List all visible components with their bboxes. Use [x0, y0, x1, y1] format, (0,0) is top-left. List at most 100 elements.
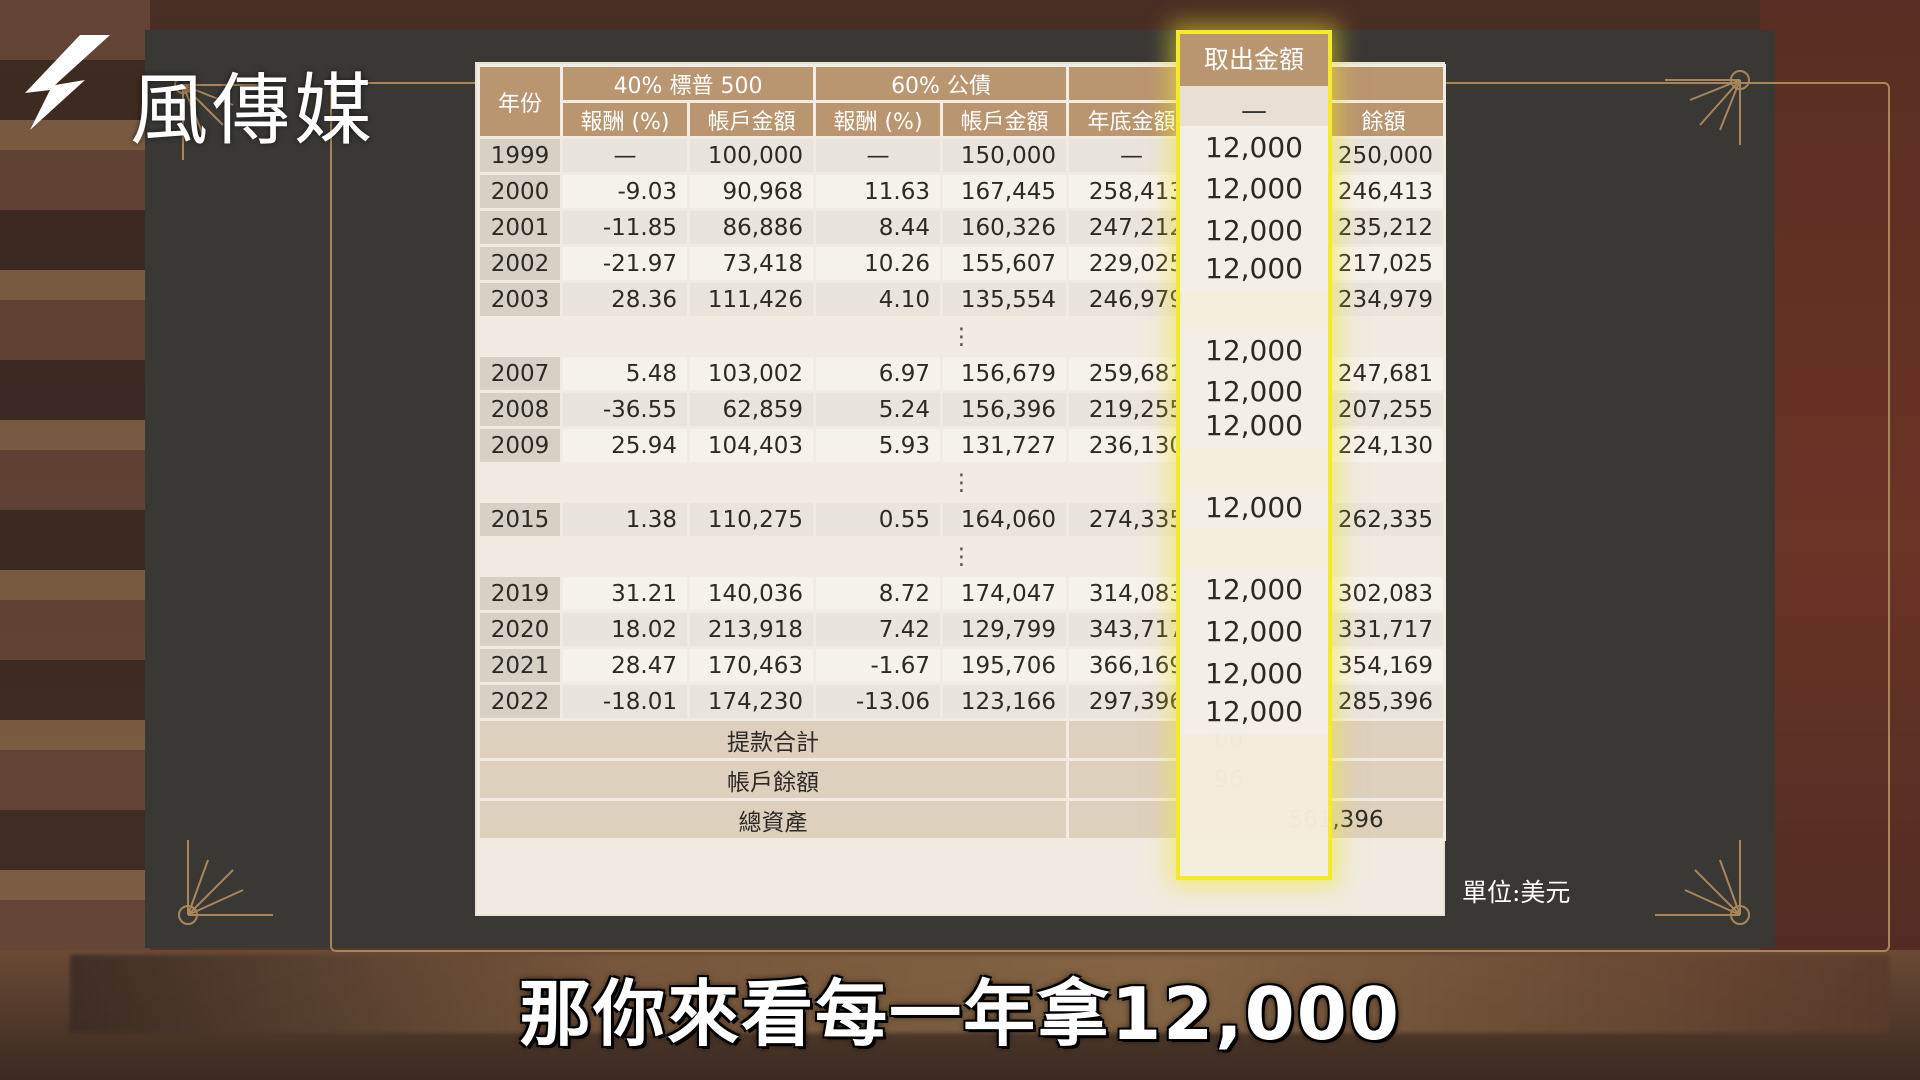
- cell-sp-ret: 31.21: [560, 574, 690, 613]
- withdrawal-highlight-column: 取出金額 — 12,000 12,000 12,000 12,000 12,000 12,…: [1176, 30, 1332, 880]
- cell-bd-ret: 8.72: [813, 574, 944, 613]
- cell-year: 2008: [477, 390, 563, 429]
- cell-balance: 217,025: [1321, 244, 1447, 283]
- corner-ornament-bottom-left-icon: [178, 840, 273, 925]
- cell-sp-amt: 86,886: [686, 208, 817, 247]
- cell-bd-amt: 131,727: [940, 426, 1070, 465]
- cell-bd-amt: 156,396: [940, 390, 1070, 429]
- header-bond-return: 報酬 (%): [813, 100, 944, 139]
- header-sp-amount: 帳戶金額: [686, 100, 817, 139]
- total-assets-label: 總資產: [476, 798, 1070, 841]
- cell-bd-amt: 155,607: [940, 244, 1070, 283]
- cell-sp-amt: 111,426: [686, 280, 817, 319]
- corner-ornament-top-right-icon: [1665, 70, 1750, 145]
- unit-note: 單位:美元: [1462, 878, 1571, 907]
- cell-sp-ret: 28.36: [560, 280, 690, 319]
- cell-balance: 207,255: [1321, 390, 1447, 429]
- cell-bd-ret: 7.42: [813, 610, 944, 649]
- withdrawal-amount: 12,000: [1180, 247, 1328, 291]
- withdrawal-amount: 12,000: [1180, 568, 1328, 612]
- cell-sp-ret: —: [560, 136, 690, 175]
- cell-year: 2021: [477, 646, 563, 685]
- cell-sp-amt: 213,918: [686, 610, 817, 649]
- header-sp-return: 報酬 (%): [560, 100, 690, 139]
- header-bonds: 60% 公債: [813, 64, 1070, 103]
- withdrawal-amount: 12,000: [1180, 329, 1328, 373]
- cell-year: 2003: [477, 280, 563, 319]
- cell-bd-ret: -1.67: [813, 646, 944, 685]
- withdrawal-amount: 12,000: [1180, 126, 1328, 170]
- withdrawal-amount: 12,000: [1180, 486, 1328, 530]
- withdrawal-amount: 12,000: [1180, 167, 1328, 211]
- cell-bd-ret: —: [813, 136, 944, 175]
- cell-balance: 250,000: [1321, 136, 1447, 175]
- cell-bd-amt: 195,706: [940, 646, 1070, 685]
- cell-balance: 354,169: [1321, 646, 1447, 685]
- background-shelves-left: [0, 0, 150, 1080]
- cell-sp-ret: 5.48: [560, 354, 690, 393]
- cell-sp-amt: 140,036: [686, 574, 817, 613]
- cell-bd-amt: 156,679: [940, 354, 1070, 393]
- cell-sp-amt: 174,230: [686, 682, 817, 721]
- cell-bd-amt: 164,060: [940, 500, 1070, 539]
- header-year: 年份: [477, 64, 563, 139]
- cell-bd-ret: 5.24: [813, 390, 944, 429]
- cell-year: 2020: [477, 610, 563, 649]
- cell-year: 2019: [477, 574, 563, 613]
- header-bond-amount: 帳戶金額: [940, 100, 1070, 139]
- cell-year: 2022: [477, 682, 563, 721]
- cell-bd-amt: 167,445: [940, 172, 1070, 211]
- cell-sp-ret: 1.38: [560, 500, 690, 539]
- cell-sp-amt: 62,859: [686, 390, 817, 429]
- cell-bd-ret: 8.44: [813, 208, 944, 247]
- withdrawal-amount: 12,000: [1180, 690, 1328, 734]
- cell-year: 2015: [477, 500, 563, 539]
- cell-bd-amt: 129,799: [940, 610, 1070, 649]
- brand-logo: 風傳媒: [25, 30, 405, 156]
- withdrawal-header: 取出金額: [1180, 34, 1328, 86]
- cell-bd-amt: 150,000: [940, 136, 1070, 175]
- cell-sp-ret: -11.85: [560, 208, 690, 247]
- header-sp500: 40% 標普 500: [559, 64, 817, 103]
- cell-sp-amt: 73,418: [686, 244, 817, 283]
- cell-balance: 285,396: [1321, 682, 1447, 721]
- cell-bd-ret: 0.55: [813, 500, 944, 539]
- cell-year: 1999: [477, 136, 563, 175]
- cell-bd-amt: 160,326: [940, 208, 1070, 247]
- cell-balance: 247,681: [1321, 354, 1447, 393]
- corner-ornament-bottom-right-icon: [1655, 840, 1750, 925]
- cell-balance: 224,130: [1321, 426, 1447, 465]
- cell-balance: 262,335: [1321, 500, 1447, 539]
- cell-sp-ret: 28.47: [560, 646, 690, 685]
- cell-year: 2007: [477, 354, 563, 393]
- withdrawal-amount: 12,000: [1180, 404, 1328, 448]
- cell-year: 2000: [477, 172, 563, 211]
- cell-bd-amt: 135,554: [940, 280, 1070, 319]
- cell-sp-amt: 110,275: [686, 500, 817, 539]
- cell-sp-amt: 90,968: [686, 172, 817, 211]
- cell-sp-ret: 18.02: [560, 610, 690, 649]
- cell-bd-amt: 123,166: [940, 682, 1070, 721]
- cell-sp-ret: -21.97: [560, 244, 690, 283]
- cell-balance: 235,212: [1321, 208, 1447, 247]
- cell-bd-ret: 5.93: [813, 426, 944, 465]
- cell-balance: 234,979: [1321, 280, 1447, 319]
- cell-sp-ret: -36.55: [560, 390, 690, 429]
- cell-sp-amt: 170,463: [686, 646, 817, 685]
- cell-year: 2001: [477, 208, 563, 247]
- account-balance-label: 帳戶餘額: [476, 758, 1070, 801]
- withdraw-total-label: 提款合計: [476, 718, 1070, 761]
- cell-year: 2002: [477, 244, 563, 283]
- cell-balance: 331,717: [1321, 610, 1447, 649]
- cell-year: 2009: [477, 426, 563, 465]
- lightning-logo-icon: [25, 35, 110, 130]
- withdrawal-amount: 12,000: [1180, 610, 1328, 654]
- cell-bd-ret: 10.26: [813, 244, 944, 283]
- header-balance: 餘額: [1321, 100, 1447, 139]
- cell-bd-amt: 174,047: [940, 574, 1070, 613]
- cell-sp-ret: -9.03: [560, 172, 690, 211]
- cell-bd-ret: 11.63: [813, 172, 944, 211]
- cell-sp-amt: 104,403: [686, 426, 817, 465]
- cell-sp-amt: 100,000: [686, 136, 817, 175]
- cell-sp-ret: 25.94: [560, 426, 690, 465]
